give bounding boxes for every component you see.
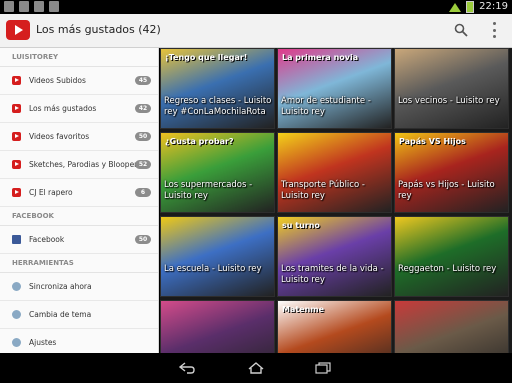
youtube-logo-icon[interactable] [6, 20, 30, 40]
video-tile[interactable] [160, 300, 275, 353]
sidebar-item[interactable]: Cambia de tema [0, 301, 158, 329]
video-tile[interactable]: ¿Gusta probar? Los supermercados - Luisit… [160, 132, 275, 213]
clock: 22:19 [479, 1, 508, 12]
sync-icon [12, 282, 21, 291]
navigation-bar [0, 353, 512, 383]
back-icon[interactable] [178, 362, 196, 374]
video-tile[interactable]: Transporte Público - Luisito rey [277, 132, 392, 213]
count-badge: 6 [135, 188, 151, 197]
sidebar-item-label: Sincroniza ahora [29, 282, 92, 291]
count-badge: 45 [135, 76, 151, 85]
page-title: Los más gustados (42) [36, 23, 161, 36]
video-tile[interactable]: Reggaeton - Luisito rey [394, 216, 509, 297]
count-badge: 50 [135, 132, 151, 141]
notification-icon [4, 1, 14, 12]
video-title: Papás vs Hijos - Luisito rey [398, 180, 495, 201]
video-tile[interactable]: ¡Tengo que llegar! Regreso a clases - Lui… [160, 48, 275, 129]
sidebar-item[interactable]: Sincroniza ahora [0, 273, 158, 301]
video-title: Regreso a clases - Luisito rey #ConLaMoc… [164, 96, 272, 117]
sidebar-section-header: HERRAMIENTAS [0, 254, 158, 273]
thumbnail-text: Matenme [282, 305, 325, 314]
video-title: Los supermercados - Luisito rey [164, 180, 253, 201]
notification-icon [34, 1, 44, 12]
sidebar-item-label: Facebook [29, 235, 65, 244]
sidebar-section-header: FACEBOOK [0, 207, 158, 226]
sidebar-item[interactable]: Videos Subidos 45 [0, 67, 158, 95]
video-grid: ¡Tengo que llegar! Regreso a clases - Lui… [160, 48, 512, 353]
sidebar-item[interactable]: Los más gustados 42 [0, 95, 158, 123]
video-title: Transporte Público - Luisito rey [281, 180, 365, 201]
sidebar-section-header: LUISITOREY [0, 48, 158, 67]
sidebar-item[interactable]: CJ El rapero 6 [0, 179, 158, 207]
youtube-icon [12, 104, 21, 113]
video-title: Amor de estudiante - Luisito rey [281, 96, 371, 117]
youtube-icon [12, 188, 21, 197]
notification-icon [49, 1, 59, 12]
thumbnail-text: su turno [282, 221, 320, 230]
sidebar-item-label: Sketches, Parodias y Bloopers [29, 160, 142, 169]
battery-icon [466, 1, 475, 13]
sidebar-item-label: Ajustes [29, 338, 57, 347]
count-badge: 50 [135, 235, 151, 244]
thumbnail-text: La primera novia [282, 53, 359, 62]
sidebar-item[interactable]: Videos favoritos 50 [0, 123, 158, 151]
recent-apps-icon[interactable] [314, 362, 332, 374]
video-tile[interactable]: Matenme [277, 300, 392, 353]
sidebar-item-label: Videos Subidos [29, 76, 86, 85]
sidebar: LUISITOREY Videos Subidos 45 Los más gustad… [0, 48, 159, 353]
wifi-icon [449, 2, 462, 12]
status-bar: 22:19 [0, 0, 512, 14]
facebook-icon [12, 235, 21, 244]
sidebar-item-label: Videos favoritos [29, 132, 90, 141]
thumbnail-text: ¿Gusta probar? [165, 137, 234, 146]
video-tile[interactable]: Los vecinos - Luisito rey [394, 48, 509, 129]
video-title: Reggaeton - Luisito rey [398, 264, 497, 274]
overflow-menu-icon[interactable] [488, 22, 500, 38]
notification-icon [19, 1, 29, 12]
video-tile[interactable] [394, 300, 509, 353]
sidebar-item-label: Cambia de tema [29, 310, 92, 319]
sidebar-item-label: Los más gustados [29, 104, 97, 113]
sidebar-item[interactable]: Facebook 50 [0, 226, 158, 254]
video-title: Los vecinos - Luisito rey [398, 96, 500, 106]
count-badge: 42 [135, 104, 151, 113]
sidebar-item[interactable]: Sketches, Parodias y Bloopers 52 [0, 151, 158, 179]
theme-icon [12, 310, 21, 319]
count-badge: 52 [135, 160, 151, 169]
video-tile[interactable]: Papás VS Hijos Papás vs Hijos - Luisito r… [394, 132, 509, 213]
home-icon[interactable] [247, 362, 265, 374]
search-icon[interactable] [454, 23, 468, 37]
action-bar: Los más gustados (42) [0, 14, 512, 48]
youtube-icon [12, 132, 21, 141]
sidebar-item[interactable]: Ajustes [0, 329, 158, 353]
thumbnail-text: ¡Tengo que llegar! [165, 53, 248, 62]
sidebar-item-label: CJ El rapero [29, 188, 73, 197]
video-tile[interactable]: La escuela - Luisito rey [160, 216, 275, 297]
video-tile[interactable]: su turno Los tramites de la vida - Luisit… [277, 216, 392, 297]
youtube-icon [12, 160, 21, 169]
video-title: Los tramites de la vida - Luisito rey [281, 264, 384, 285]
video-tile[interactable]: La primera novia Amor de estudiante - Lui… [277, 48, 392, 129]
settings-icon [12, 338, 21, 347]
thumbnail-text: Papás VS Hijos [399, 137, 466, 146]
youtube-icon [12, 76, 21, 85]
video-title: La escuela - Luisito rey [164, 264, 262, 274]
